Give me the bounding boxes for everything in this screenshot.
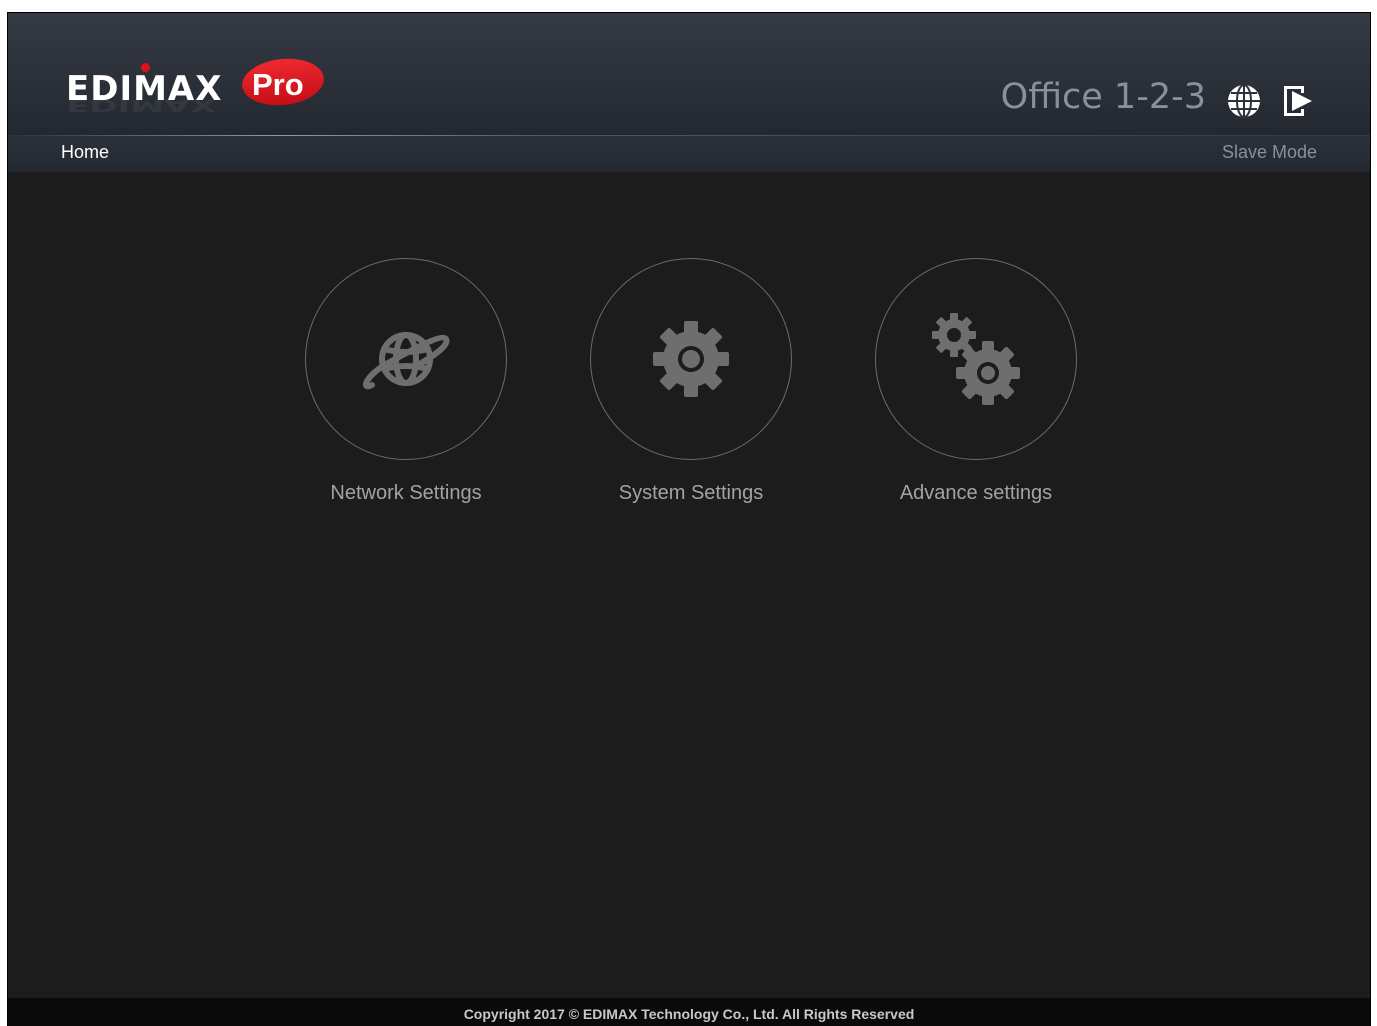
footer: Copyright 2017 © EDIMAX Technology Co., … [8,998,1370,1026]
device-name: Office 1-2-3 [1000,77,1206,117]
logo-dot [141,63,150,72]
sub-navigation-bar [8,136,1370,172]
system-settings-tile[interactable]: System Settings [589,258,793,505]
logo-reflection: EDIMAX [66,95,217,115]
system-settings-label[interactable]: System Settings [589,482,793,505]
network-globe-icon [363,332,450,390]
logo-pro-text: Pro [252,67,304,102]
breadcrumb-home[interactable]: Home [61,142,109,163]
gear-icon [653,321,729,397]
copyright-text: Copyright 2017 © EDIMAX Technology Co., … [463,1006,915,1022]
mode-status: Slave Mode [1221,142,1317,162]
network-settings-label[interactable]: Network Settings [304,482,508,505]
globe-icon [1228,84,1260,118]
app-frame: EDIMAX Pro EDIMAX Office 1-2-3 Home Slav… [7,12,1371,1026]
logout-button[interactable] [1280,83,1316,119]
advance-settings-tile[interactable]: Advance settings [874,258,1078,505]
network-settings-tile[interactable]: Network Settings [304,258,508,505]
logout-icon [1284,86,1312,116]
header: EDIMAX Pro EDIMAX Office 1-2-3 [8,13,1370,136]
advance-settings-circle[interactable] [875,258,1077,460]
system-settings-circle[interactable] [590,258,792,460]
language-globe-button[interactable] [1226,83,1262,119]
gears-icon [932,313,1020,405]
advance-settings-label[interactable]: Advance settings [874,482,1078,505]
network-settings-circle[interactable] [305,258,507,460]
edimax-pro-logo[interactable]: EDIMAX Pro EDIMAX [66,54,336,117]
